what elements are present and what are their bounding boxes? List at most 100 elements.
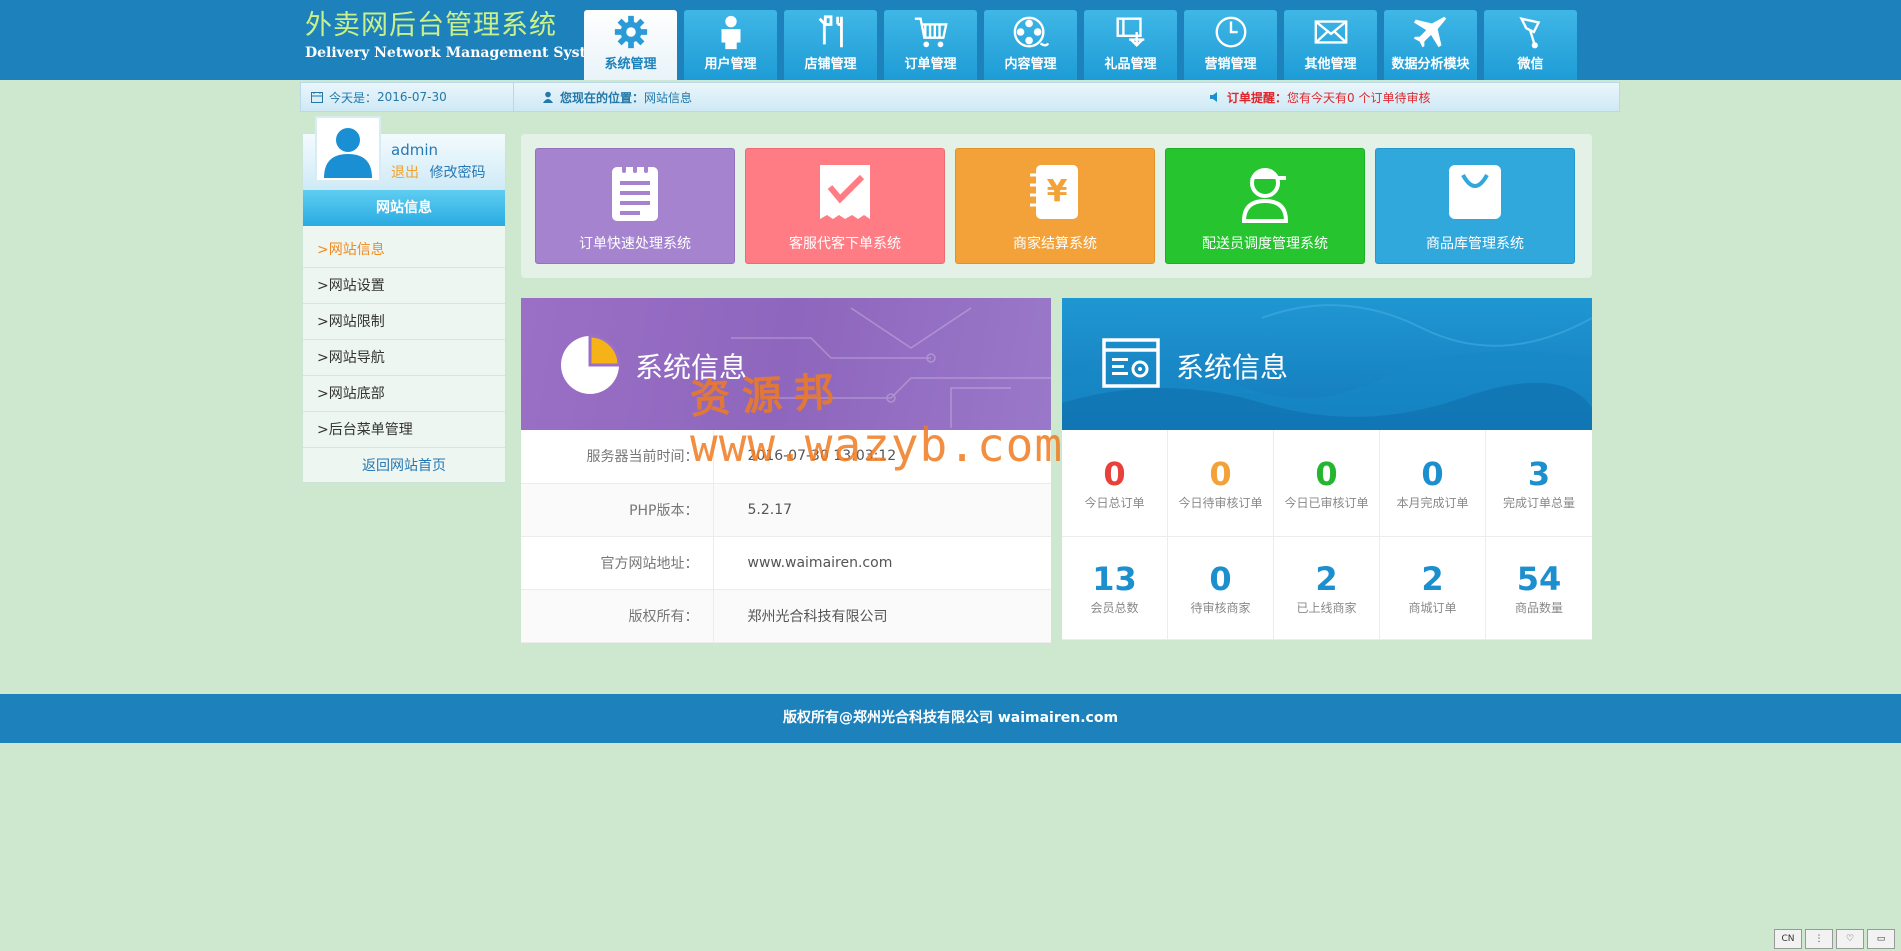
tray-menu-button[interactable]: ⋮: [1805, 929, 1833, 949]
stat-label: 本月完成订单: [1396, 495, 1469, 510]
info-key: 官方网站地址：: [521, 536, 714, 590]
tile-label: 商品库管理系统: [1426, 236, 1524, 252]
nav-system[interactable]: 系统管理: [584, 10, 677, 80]
stat-month-completed[interactable]: 0 本月完成订单: [1380, 430, 1486, 537]
stat-mall-orders[interactable]: 2 商城订单: [1380, 537, 1486, 640]
stat-label: 商品数量: [1514, 600, 1563, 615]
sidebar-item-site-footer[interactable]: >网站底部: [303, 376, 505, 412]
cart-icon: [914, 17, 948, 48]
info-value: 5.2.17: [713, 483, 1051, 537]
stat-value: 2: [1421, 559, 1444, 598]
sidebar-title: 网站信息: [303, 190, 505, 226]
stat-value: 2: [1315, 559, 1338, 598]
stats-grid: 0 今日总订单 0 今日待审核订单 0 今日已审核订单 0 本月完成订单 3 完成订单总量…: [1062, 430, 1592, 640]
system-tray: CN ⋮ ♡ ▭: [1774, 929, 1895, 949]
tile-merchant-settlement[interactable]: ¥ 商家结算系统: [955, 148, 1155, 264]
logo[interactable]: 外卖网后台管理系统 Delivery Network Management Sy…: [305, 10, 610, 62]
order-reminder: 订单提醒： 您有今天有0 个订单待审核: [1189, 83, 1430, 111]
info-value[interactable]: www.waimairen.com: [713, 536, 1051, 590]
nav-label: 内容管理: [1004, 57, 1057, 72]
order-label: 订单提醒：: [1227, 90, 1288, 105]
sidebar-menu: >网站信息 >网站设置 >网站限制 >网站导航 >网站底部 >后台菜单管理 返回…: [303, 226, 505, 484]
table-row: PHP版本： 5.2.17: [521, 483, 1051, 537]
sidebar-item-site-settings[interactable]: >网站设置: [303, 268, 505, 304]
nav-users[interactable]: 用户管理: [684, 10, 777, 80]
person-icon: [543, 91, 553, 103]
change-password-link[interactable]: 修改密码: [429, 165, 485, 181]
stat-label: 商城订单: [1408, 600, 1457, 615]
nav-content[interactable]: 内容管理: [984, 10, 1077, 80]
back-to-homepage-link[interactable]: 返回网站首页: [303, 448, 505, 484]
sidebar-item-site-nav[interactable]: >网站导航: [303, 340, 505, 376]
info-key: 版权所有：: [521, 589, 714, 643]
stat-label: 待审核商家: [1190, 600, 1251, 615]
order-text[interactable]: 您有今天有0 个订单待审核: [1287, 89, 1430, 106]
sidebar-item-site-info[interactable]: >网站信息: [303, 232, 505, 268]
stat-online-merchants[interactable]: 2 已上线商家: [1274, 537, 1380, 640]
clock-icon: [1215, 16, 1246, 48]
gift-box-icon: [1116, 17, 1144, 47]
pie-chart-icon: [561, 334, 621, 394]
nav-label: 微信: [1517, 57, 1544, 72]
stat-value: 54: [1516, 559, 1562, 598]
sidebar-item-site-limits[interactable]: >网站限制: [303, 304, 505, 340]
tile-order-processing[interactable]: 订单快速处理系统: [535, 148, 735, 264]
stat-pending-merchants[interactable]: 0 待审核商家: [1168, 537, 1274, 640]
tools-icon: [818, 15, 843, 48]
panel-title: 系统信息: [1176, 351, 1289, 384]
today-date: 今天是： 2016-07-30: [301, 83, 514, 111]
header: 外卖网后台管理系统 Delivery Network Management Sy…: [0, 0, 1901, 80]
film-reel-icon: [1013, 16, 1049, 48]
svg-text:¥: ¥: [1047, 174, 1068, 209]
stat-value: 0: [1103, 454, 1126, 493]
tray-language-button[interactable]: CN: [1774, 929, 1802, 949]
stat-products[interactable]: 54 商品数量: [1486, 537, 1592, 640]
nav-label: 其他管理: [1304, 57, 1357, 72]
logo-title-en: Delivery Network Management System: [305, 45, 610, 61]
stat-today-orders[interactable]: 0 今日总订单: [1062, 430, 1168, 537]
tray-window-icon[interactable]: ▭: [1867, 929, 1895, 949]
stat-label: 会员总数: [1090, 600, 1139, 615]
nav-label: 店铺管理: [804, 57, 857, 72]
browser-settings-icon: [1102, 338, 1160, 388]
tile-customer-service-order[interactable]: 客服代客下单系统: [745, 148, 945, 264]
tile-product-library[interactable]: 商品库管理系统: [1375, 148, 1575, 264]
nav-wechat[interactable]: 微信: [1484, 10, 1577, 80]
stat-value: 0: [1209, 559, 1232, 598]
sidebar-item-admin-menu[interactable]: >后台菜单管理: [303, 412, 505, 448]
location-value[interactable]: 网站信息: [644, 89, 692, 106]
nav-shops[interactable]: 店铺管理: [784, 10, 877, 80]
nav-label: 订单管理: [904, 57, 957, 72]
logout-link[interactable]: 退出: [391, 165, 419, 181]
stat-label: 已上线商家: [1296, 600, 1357, 615]
stat-today-pending[interactable]: 0 今日待审核订单: [1168, 430, 1274, 537]
info-key: PHP版本：: [521, 483, 714, 537]
watermark-text: 资源邦: [689, 367, 848, 424]
sidebar: admin 退出 修改密码 网站信息 >网站信息 >网站设置 >网站限制 >网站…: [302, 116, 506, 484]
stat-today-approved[interactable]: 0 今日已审核订单: [1274, 430, 1380, 537]
footer: 版权所有@郑州光合科技有限公司 waimairen.com: [0, 694, 1901, 743]
nav-orders[interactable]: 订单管理: [884, 10, 977, 80]
stat-value: 3: [1527, 454, 1551, 493]
nav-label: 用户管理: [704, 57, 757, 72]
yen-notebook-icon: ¥: [1030, 165, 1078, 219]
calendar-icon: [311, 92, 323, 103]
courier-icon: [1241, 168, 1289, 223]
nav-marketing[interactable]: 营销管理: [1184, 10, 1277, 80]
stat-value: 13: [1092, 559, 1137, 598]
nav-gifts[interactable]: 礼品管理: [1084, 10, 1177, 80]
info-value: 郑州光合科技有限公司: [713, 589, 1051, 643]
quick-systems: 订单快速处理系统 客服代客下单系统 ¥ 商家结算系统 配送员调度管理系统 商品库…: [521, 134, 1592, 278]
wechat-icon: [1518, 16, 1540, 49]
tile-courier-dispatch[interactable]: 配送员调度管理系统: [1165, 148, 1365, 264]
nav-other[interactable]: 其他管理: [1284, 10, 1377, 80]
stat-value: 0: [1421, 454, 1444, 493]
stat-members[interactable]: 13 会员总数: [1062, 537, 1168, 640]
nav-label: 系统管理: [604, 57, 657, 72]
stats-panel: 系统信息 0 今日总订单 0 今日待审核订单 0 今日已审核订单 0 本月完成订单 3 完…: [1062, 298, 1592, 640]
tray-heart-icon[interactable]: ♡: [1836, 929, 1864, 949]
nav-analytics[interactable]: 数据分析模块: [1384, 10, 1477, 80]
stat-label: 完成订单总量: [1502, 495, 1575, 510]
stat-total-completed[interactable]: 3 完成订单总量: [1486, 430, 1592, 537]
stats-header: 系统信息: [1062, 298, 1592, 430]
